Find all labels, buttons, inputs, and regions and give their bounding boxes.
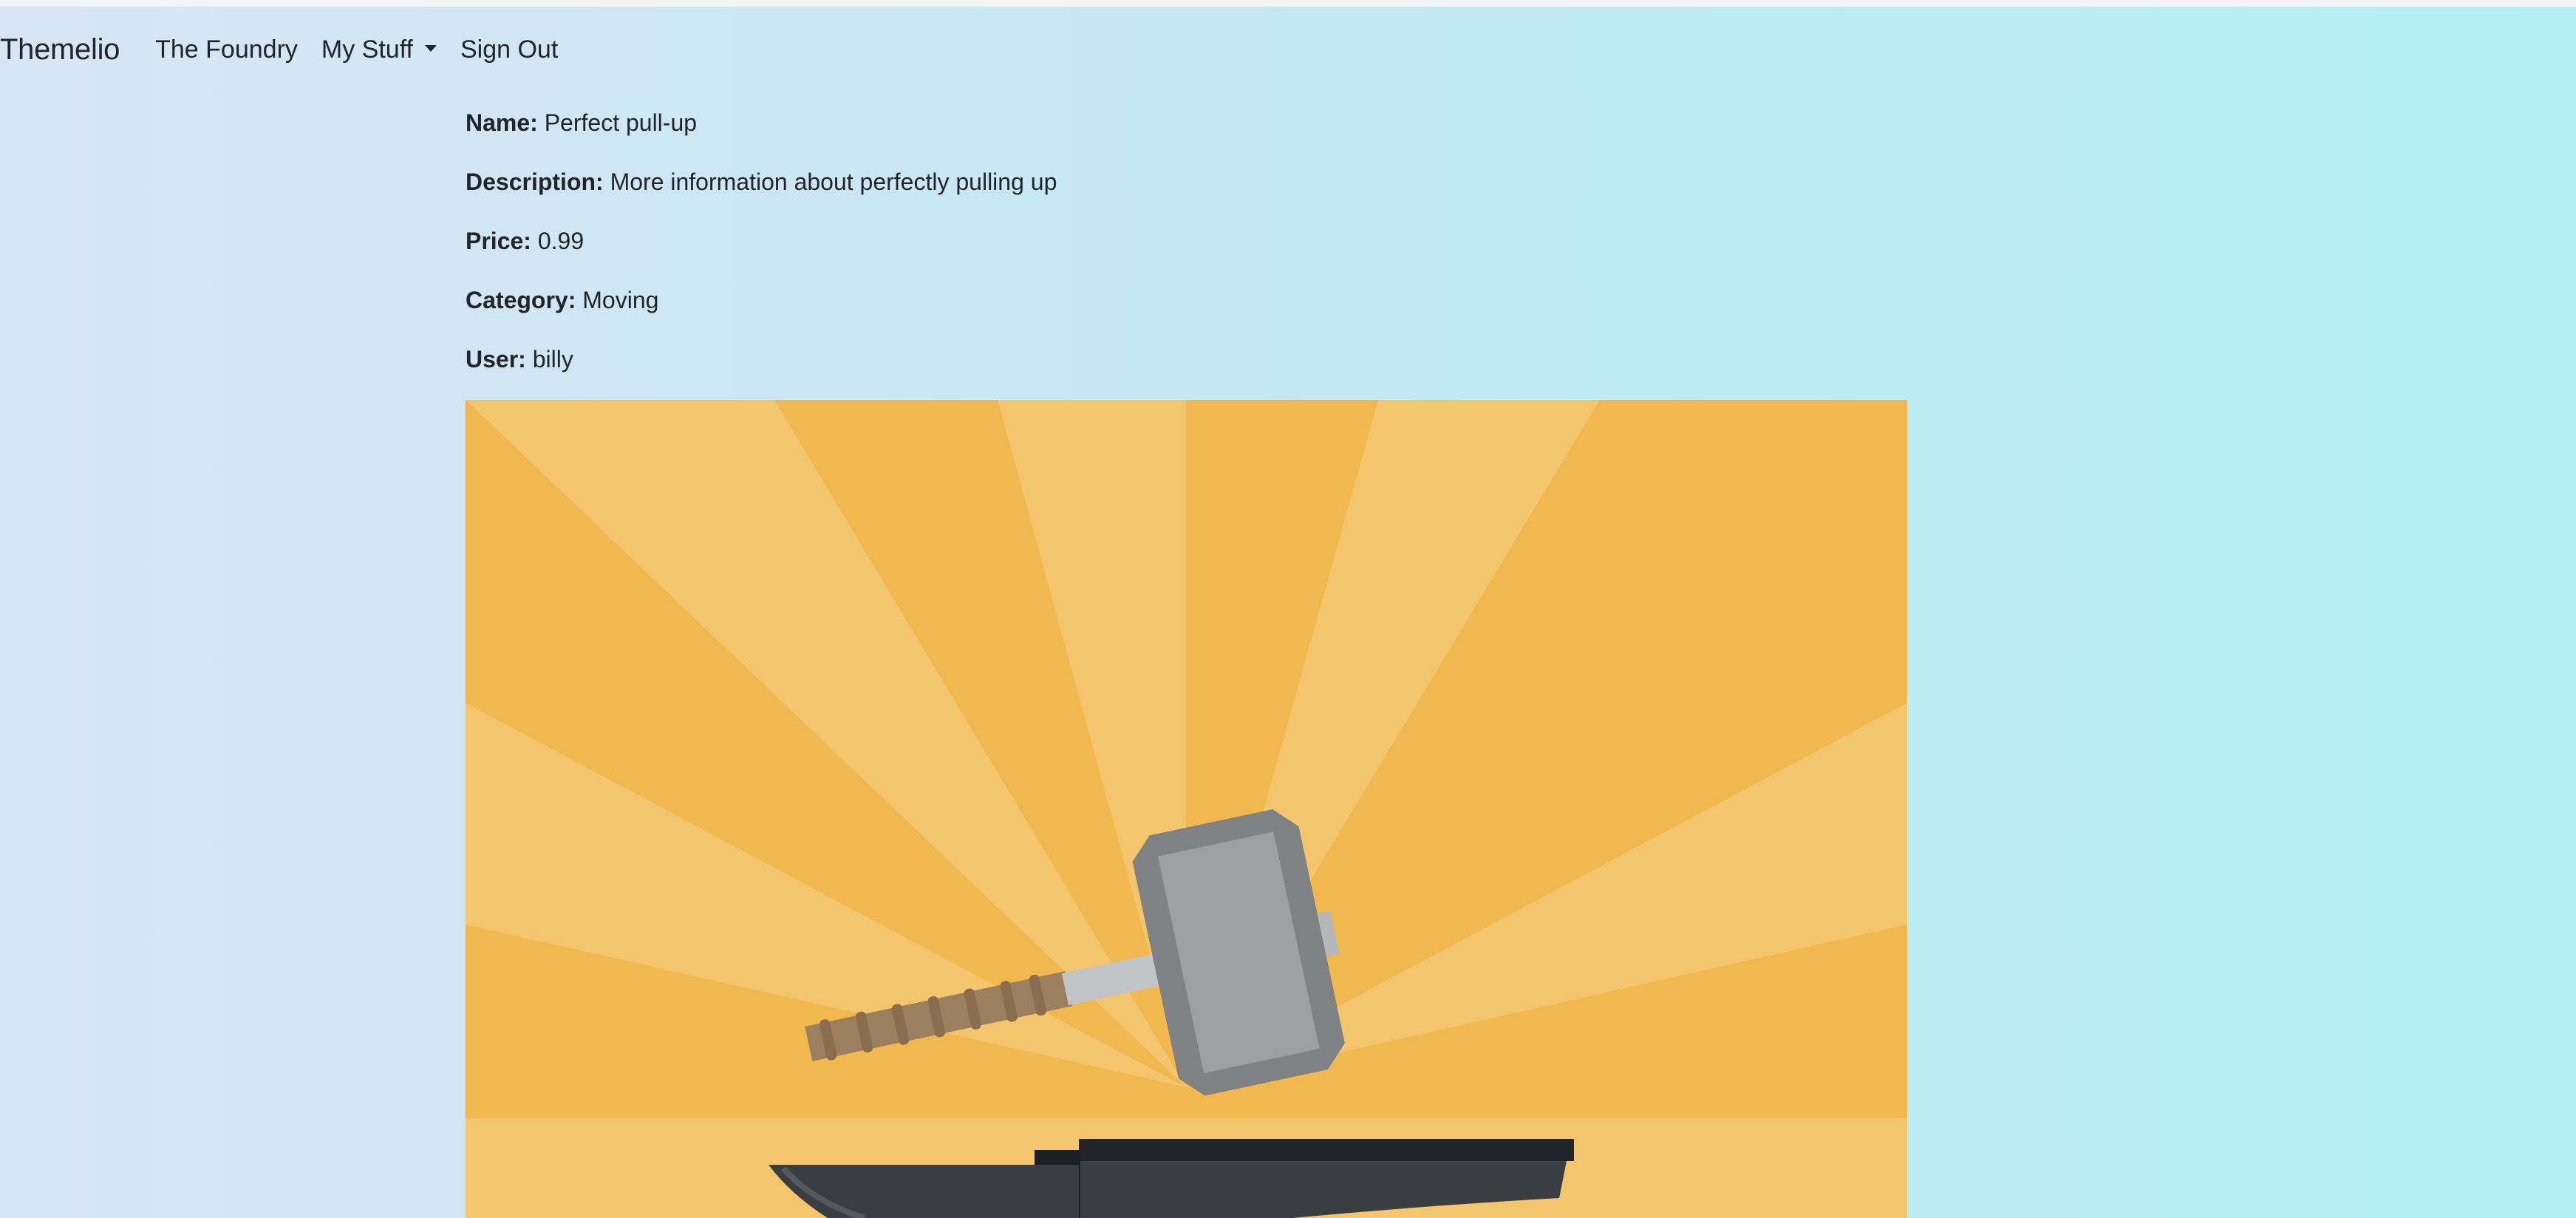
nav-dropdown-label: My Stuff (321, 35, 413, 64)
item-name-value: Perfect pull-up (544, 109, 698, 136)
caret-down-icon (424, 44, 437, 52)
brand-link[interactable]: Themelio (0, 33, 120, 67)
item-details: Name: Perfect pull-up Description: More … (466, 103, 1057, 399)
item-image (466, 400, 1907, 1218)
item-user-row: User: billy (466, 340, 1057, 399)
item-name-row: Name: Perfect pull-up (466, 103, 1057, 163)
item-category-value: Moving (582, 287, 659, 313)
navbar: Themelio The Foundry My Stuff Sign Out (0, 7, 2576, 92)
item-user-label: User: (466, 346, 526, 372)
window-top-edge (0, 0, 2576, 7)
item-description-row: Description: More information about perf… (466, 163, 1057, 222)
item-category-row: Category: Moving (466, 281, 1057, 340)
item-user-value: billy (532, 346, 573, 372)
nav-dropdown-my-stuff[interactable]: My Stuff (321, 35, 437, 64)
item-category-label: Category: (466, 287, 576, 313)
nav-link-the-foundry[interactable]: The Foundry (155, 35, 298, 64)
item-price-row: Price: 0.99 (466, 222, 1057, 281)
nav-link-sign-out[interactable]: Sign Out (460, 35, 558, 64)
hammer-anvil-illustration (466, 400, 1907, 1218)
item-description-value: More information about perfectly pulling… (610, 169, 1057, 195)
item-name-label: Name: (466, 109, 538, 136)
item-price-value: 0.99 (537, 228, 585, 254)
item-description-label: Description: (466, 169, 604, 195)
item-price-label: Price: (466, 228, 531, 254)
